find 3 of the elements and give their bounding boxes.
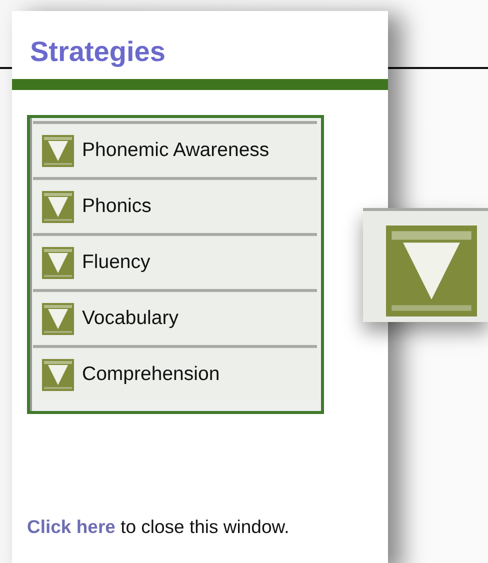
close-link[interactable]: Click here <box>27 516 116 537</box>
panel-title: Strategies <box>29 35 166 69</box>
close-instruction: Click here to close this window. <box>26 516 290 538</box>
